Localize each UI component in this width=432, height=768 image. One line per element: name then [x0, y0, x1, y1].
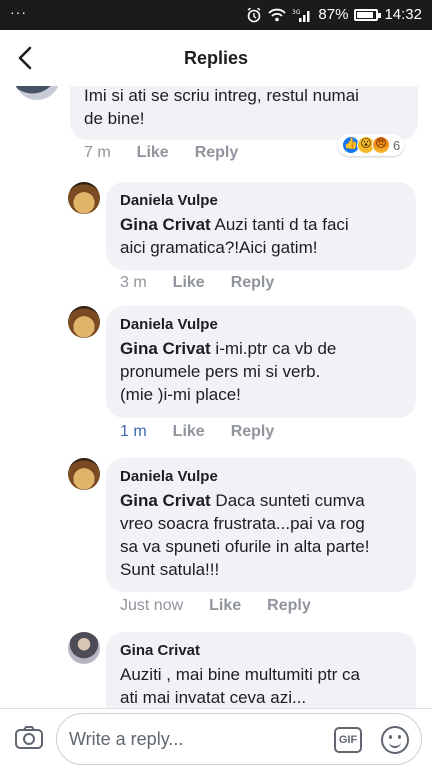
top-comment-bubble: Imi si ati se scriu intreg, restul numai…: [70, 86, 418, 140]
top-comment-text: Imi si ati se scriu intreg, restul numai…: [84, 86, 359, 128]
mention-link[interactable]: Gina Crivat: [120, 215, 211, 234]
reactions-summary[interactable]: 👍 😮 😠 6: [338, 134, 405, 156]
avatar[interactable]: [68, 458, 100, 490]
reply-button[interactable]: Reply: [195, 144, 239, 162]
comment-time: 1 m: [120, 423, 147, 440]
gif-button[interactable]: GIF: [334, 727, 362, 753]
reply-input-box[interactable]: GIF: [56, 713, 422, 765]
reply-button[interactable]: Reply: [231, 423, 275, 441]
status-right: 3G 87% 14:32: [246, 6, 422, 23]
mention-link[interactable]: Gina Crivat: [120, 491, 211, 510]
reply-bubble: Daniela Vulpe Gina Crivat Auzi tanti d t…: [106, 182, 416, 270]
page-title: Replies: [183, 48, 249, 68]
status-bar: ··· 3G 87% 14:32: [0, 0, 432, 30]
like-button[interactable]: Like: [173, 423, 205, 441]
reply-author[interactable]: Daniela Vulpe: [120, 192, 402, 209]
camera-icon[interactable]: [14, 724, 44, 750]
alarm-icon: [247, 7, 261, 22]
reply-text: Gina Crivat Daca sunteti cumva vreo soac…: [120, 489, 402, 581]
reaction-count: 6: [393, 137, 401, 153]
comment-time: Just now: [120, 597, 184, 614]
avatar[interactable]: [68, 306, 100, 338]
header: Replies: [0, 30, 432, 86]
angry-reaction-icon: 😠: [372, 136, 390, 154]
avatar[interactable]: [68, 632, 100, 664]
comment-time: 3 m: [120, 274, 147, 291]
like-button[interactable]: Like: [137, 144, 169, 162]
reply-text: Gina Crivat i-mi.ptr ca vb de pronumele …: [120, 337, 402, 406]
like-button[interactable]: Like: [209, 597, 241, 615]
battery-icon: [354, 8, 382, 21]
avatar[interactable]: [68, 182, 100, 214]
replies-thread[interactable]: Imi si ati se scriu intreg, restul numai…: [0, 86, 432, 708]
emoji-icon[interactable]: [381, 726, 409, 754]
comment-time: 7 m: [84, 144, 111, 161]
battery-percent: 87%: [318, 6, 349, 23]
reply-bubble: Daniela Vulpe Gina Crivat Daca sunteti c…: [106, 458, 416, 592]
reply-author[interactable]: Gina Crivat: [120, 642, 402, 659]
mention-link[interactable]: Gina Crivat: [120, 339, 211, 358]
reply-author[interactable]: Daniela Vulpe: [120, 316, 402, 333]
reply-meta: Just now Like Reply: [120, 597, 337, 615]
wifi-icon: [268, 8, 287, 21]
reply-author[interactable]: Daniela Vulpe: [120, 468, 402, 485]
battery-fill: [357, 11, 374, 18]
reply-text: Gina Crivat Auzi tanti d ta faci aici gr…: [120, 213, 402, 259]
reply-composer: GIF: [0, 708, 432, 768]
reply-bubble: Gina Crivat Auziti , mai bine multumiti …: [106, 632, 416, 708]
signal-3g-icon: 3G: [292, 9, 310, 22]
reply-button[interactable]: Reply: [231, 274, 275, 292]
reply-text: Auziti , mai bine multumiti ptr ca ati m…: [120, 665, 360, 707]
reply-input[interactable]: [69, 724, 329, 754]
top-comment-meta: 7 m Like Reply: [84, 144, 264, 162]
reply-meta: 3 m Like Reply: [120, 274, 300, 292]
reply-button[interactable]: Reply: [267, 597, 311, 615]
status-time: 14:32: [384, 6, 422, 23]
like-button[interactable]: Like: [173, 274, 205, 292]
reply-meta: 1 m Like Reply: [120, 423, 300, 441]
svg-text:3G: 3G: [292, 9, 301, 16]
status-overflow-dots: ···: [10, 4, 27, 20]
reply-bubble: Daniela Vulpe Gina Crivat i-mi.ptr ca vb…: [106, 306, 416, 418]
avatar[interactable]: [14, 86, 60, 100]
